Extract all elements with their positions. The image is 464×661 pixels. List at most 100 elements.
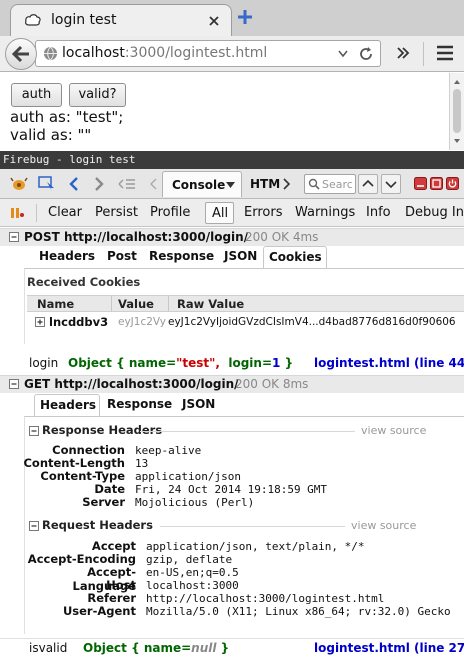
close-tab-icon[interactable]	[207, 14, 221, 28]
header-value: gzip, deflate	[146, 553, 233, 566]
power-icon[interactable]	[446, 177, 459, 190]
list-collapse-icon[interactable]	[118, 178, 136, 190]
collapse-icon[interactable]	[29, 521, 39, 531]
break-on-errors-icon[interactable]	[10, 207, 24, 219]
header-value: Mojolicious (Perl)	[135, 496, 255, 509]
object-link-login[interactable]: Object { name="test", login=1 }	[68, 356, 293, 370]
caret-down-icon	[226, 182, 235, 188]
tab-post-post[interactable]: Post	[107, 249, 137, 263]
header-name: Host	[106, 578, 136, 592]
received-cookies-title: Received Cookies	[27, 275, 141, 289]
header-value: keep-alive	[135, 444, 202, 457]
forward-arrow-icon[interactable]	[93, 177, 105, 191]
header-value: Mozilla/5.0 (X11; Linux x86_64; rv:32.0)…	[146, 605, 451, 618]
collapse-icon[interactable]	[9, 379, 19, 389]
tab-title: login test	[51, 12, 117, 28]
url-path: :3000/logintest.html	[124, 45, 268, 61]
tab-get-json[interactable]: JSON	[182, 397, 215, 411]
minimize-icon[interactable]	[414, 177, 427, 190]
profile-button[interactable]: Profile	[150, 205, 190, 220]
overflow-chevron-icon[interactable]	[396, 46, 410, 60]
collapse-icon[interactable]	[9, 232, 19, 242]
hamburger-menu-icon[interactable]	[436, 45, 454, 61]
prop-name-key: name=	[128, 356, 177, 370]
source-link-login[interactable]: logintest.html (line 44)	[314, 356, 464, 370]
header-name: Server	[82, 495, 125, 509]
header-value: application/json, text/plain, */*	[146, 540, 365, 553]
scroll-left-icon[interactable]	[150, 178, 158, 190]
cookies-table-header: Name Value Raw Value	[27, 295, 464, 312]
inspect-icon[interactable]	[38, 176, 56, 192]
post-request-header[interactable]: POST http://localhost:3000/login/ 200 OK…	[0, 228, 464, 246]
tab-post-headers[interactable]: Headers	[39, 249, 95, 263]
tab-html[interactable]: HTM	[250, 177, 280, 191]
expand-icon[interactable]	[35, 317, 45, 327]
source-link-isvalid[interactable]: logintest.html (line 27)	[314, 641, 464, 655]
tab-post-cookies[interactable]: Cookies	[263, 246, 327, 268]
filter-debug-button[interactable]: Debug Inf	[405, 205, 464, 220]
back-button[interactable]	[5, 38, 37, 70]
filter-errors-button[interactable]: Errors	[244, 205, 282, 220]
header-value: localhost:3000	[146, 579, 239, 592]
scroll-right-icon[interactable]	[282, 178, 290, 190]
tab-get-headers[interactable]: Headers	[34, 394, 100, 416]
firebug-toolbar: Console HTM Searc	[0, 169, 464, 199]
persist-button[interactable]: Persist	[95, 205, 138, 220]
header-value: Fri, 24 Oct 2014 19:18:59 GMT	[135, 483, 328, 496]
header-name: Accept-Encoding	[27, 552, 136, 566]
new-tab-icon[interactable]	[237, 9, 253, 25]
header-value: en-US,en;q=0.5	[146, 566, 239, 579]
cookie-name: lncddbv3	[49, 315, 109, 329]
header-name: Accept	[91, 539, 136, 553]
col-divider-2	[168, 296, 169, 311]
log-row-isvalid: isvalid Object { name=null } logintest.h…	[0, 638, 464, 656]
filter-divider	[36, 204, 37, 222]
get-request-url: GET http://localhost:3000/login/	[24, 377, 239, 391]
page-scrollbar[interactable]	[449, 73, 464, 150]
filter-info-button[interactable]: Info	[366, 205, 391, 220]
prop-name-value: "test",	[176, 356, 220, 370]
browser-tab[interactable]: login test	[10, 4, 232, 36]
header-name: Date	[94, 482, 125, 496]
tab-get-response[interactable]: Response	[107, 397, 172, 411]
search-next-button[interactable]	[381, 174, 401, 194]
table-row[interactable]: lncddbv3 eyJ1c2Vy eyJ1c2VyIjoidGVzdCIsIm…	[27, 313, 464, 331]
nav-bar: localhost:3000/logintest.html	[0, 36, 464, 72]
reload-icon[interactable]	[358, 46, 374, 62]
tab-post-cookies-label: Cookies	[269, 250, 322, 264]
firebug-icon[interactable]	[10, 177, 28, 191]
clear-button[interactable]: Clear	[48, 205, 82, 220]
search-field[interactable]: Searc	[304, 174, 356, 194]
filter-all-button[interactable]: All	[205, 202, 234, 224]
auth-button[interactable]: auth	[11, 83, 62, 107]
header-name: Referer	[87, 591, 136, 605]
url-bar[interactable]: localhost:3000/logintest.html	[35, 40, 381, 67]
get-request-header[interactable]: GET http://localhost:3000/login/ 200 OK …	[0, 375, 464, 393]
col-name[interactable]: Name	[37, 297, 74, 311]
back-arrow-icon[interactable]	[68, 177, 80, 191]
header-value: 13	[135, 457, 149, 470]
section-divider	[160, 526, 345, 527]
search-prev-button[interactable]	[358, 174, 378, 194]
detach-icon[interactable]	[430, 177, 443, 190]
prop-login-key: login=	[228, 356, 273, 370]
filter-warnings-button[interactable]: Warnings	[295, 205, 355, 220]
header-value: application/json	[135, 470, 241, 483]
dropdown-arrow-icon[interactable]	[338, 50, 348, 58]
tab-post-response[interactable]: Response	[149, 249, 214, 263]
log-row-login: login Object { name="test", login=1 } lo…	[0, 355, 464, 373]
tab-post-json[interactable]: JSON	[224, 249, 257, 263]
get-tabs: Headers Response JSON	[34, 394, 464, 416]
response-headers-title: Response Headers	[42, 423, 163, 437]
col-raw-value[interactable]: Raw Value	[177, 297, 244, 311]
cookie-raw-value: eyJ1c2VyIjoidGVzdCIsImV4...d4bad8776d816…	[168, 316, 456, 328]
view-source-link[interactable]: view source	[361, 424, 426, 437]
col-value[interactable]: Value	[118, 297, 154, 311]
nav-divider	[423, 42, 424, 66]
view-source-link[interactable]: view source	[351, 519, 416, 532]
tab-console[interactable]: Console	[162, 171, 242, 197]
prop-login-value: 1	[272, 356, 281, 370]
valid-button[interactable]: valid?	[69, 83, 126, 107]
object-link-isvalid[interactable]: Object { name=null }	[83, 641, 229, 655]
collapse-icon[interactable]	[29, 426, 39, 436]
